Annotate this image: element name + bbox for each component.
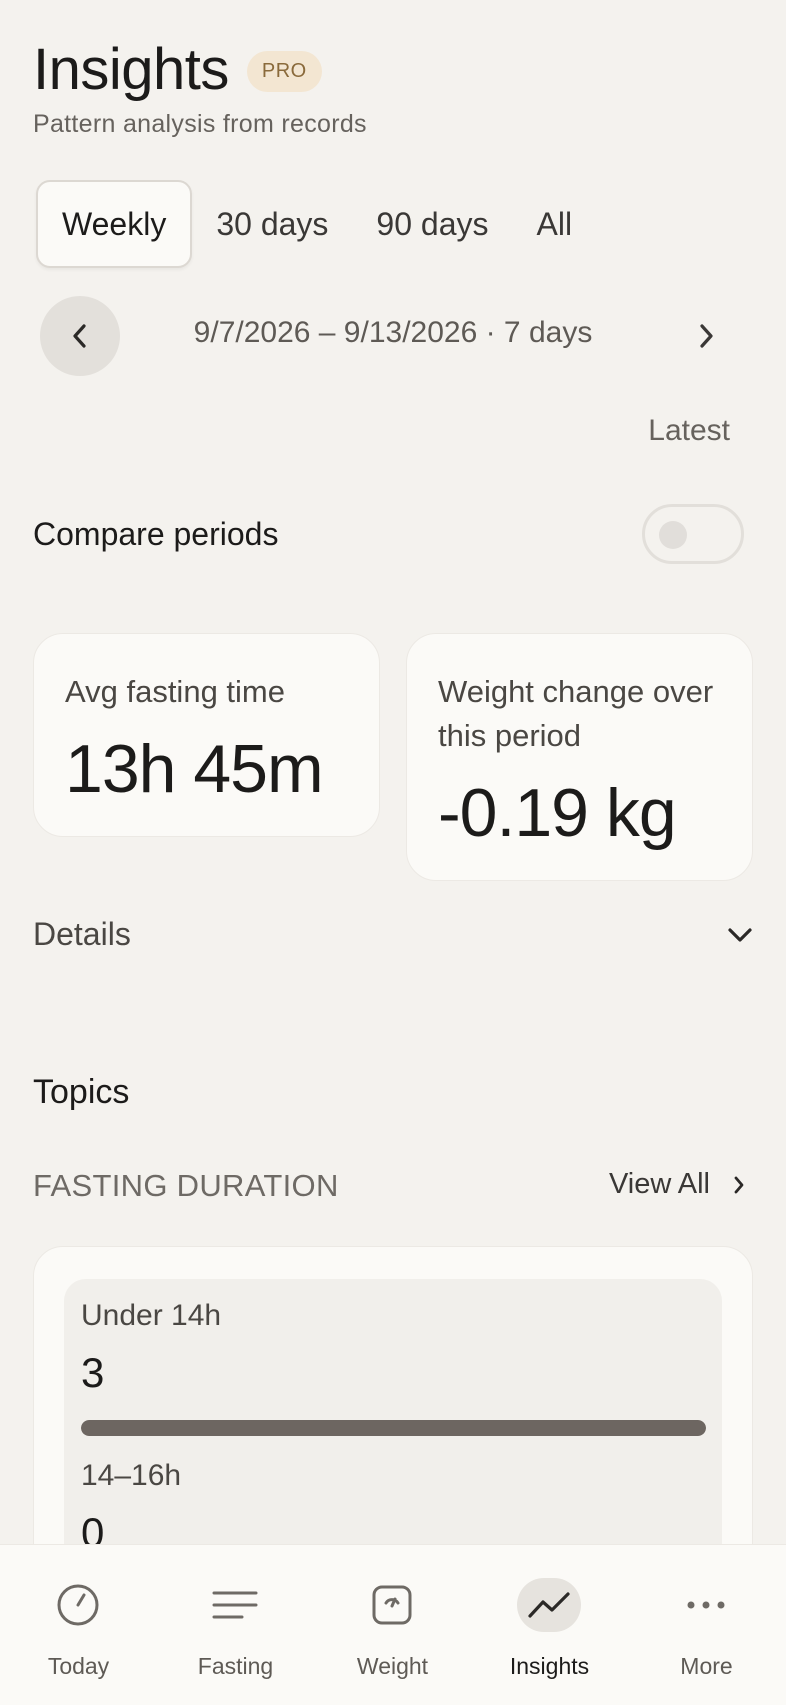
nav-label: Fasting bbox=[197, 1653, 274, 1679]
page-subtitle: Pattern analysis from records bbox=[33, 110, 367, 138]
topics-heading: Topics bbox=[33, 1073, 130, 1111]
fasting-duration-label: FASTING DURATION bbox=[33, 1168, 339, 1203]
nav-label: Weight bbox=[356, 1653, 429, 1679]
weight-change-card: Weight change over this period -0.19 kg bbox=[406, 633, 753, 881]
fasting-duration-card[interactable]: Under 14h 3 14–16h 0 bbox=[33, 1246, 753, 1544]
chevron-right-icon bbox=[734, 1176, 744, 1193]
details-toggle[interactable]: Details bbox=[33, 916, 753, 964]
more-dots-icon bbox=[674, 1578, 738, 1632]
chevron-right-icon bbox=[700, 324, 713, 348]
scale-icon bbox=[360, 1578, 424, 1632]
toggle-knob bbox=[659, 521, 687, 549]
tab-all[interactable]: All bbox=[512, 180, 596, 268]
nav-label: Insights bbox=[509, 1653, 590, 1679]
bucket-value: 0 bbox=[81, 1509, 105, 1544]
duration-buckets-panel: Under 14h 3 14–16h 0 bbox=[64, 1279, 722, 1544]
insights-page: Insights PRO Pattern analysis from recor… bbox=[0, 0, 786, 1544]
nav-item-more[interactable]: More bbox=[628, 1545, 785, 1705]
nav-item-today[interactable]: Today bbox=[0, 1545, 157, 1705]
weight-change-label: Weight change over this period bbox=[438, 674, 714, 753]
compare-periods-label: Compare periods bbox=[33, 516, 279, 552]
view-all-button[interactable]: View All bbox=[609, 1168, 746, 1201]
weight-change-value: -0.19 kg bbox=[438, 775, 677, 851]
details-label: Details bbox=[33, 916, 131, 952]
chevron-down-icon bbox=[728, 928, 752, 942]
bottom-navigation: Today Fasting Weight Insights More bbox=[0, 1544, 786, 1705]
tab-90-days[interactable]: 90 days bbox=[352, 180, 512, 268]
lines-icon bbox=[203, 1578, 267, 1632]
bucket-label: Under 14h bbox=[81, 1299, 222, 1332]
avg-fasting-value: 13h 45m bbox=[65, 731, 324, 807]
compare-periods-toggle[interactable] bbox=[642, 504, 744, 564]
avg-fasting-card: Avg fasting time 13h 45m bbox=[33, 633, 380, 837]
nav-label: More bbox=[680, 1653, 733, 1679]
nav-item-insights[interactable]: Insights bbox=[471, 1545, 628, 1705]
tab-weekly[interactable]: Weekly bbox=[36, 180, 193, 268]
page-title: Insights bbox=[33, 37, 229, 102]
clock-icon bbox=[46, 1578, 110, 1632]
tab-30-days[interactable]: 30 days bbox=[192, 180, 352, 268]
bucket-label: 14–16h bbox=[81, 1459, 182, 1492]
nav-label: Today bbox=[47, 1653, 110, 1679]
nav-item-weight[interactable]: Weight bbox=[314, 1545, 471, 1705]
nav-item-fasting[interactable]: Fasting bbox=[157, 1545, 314, 1705]
latest-button[interactable]: Latest bbox=[648, 414, 730, 448]
trend-icon bbox=[517, 1578, 581, 1632]
date-range: 9/7/2026 – 9/13/2026 · 7 days bbox=[193, 316, 593, 349]
bucket-value: 3 bbox=[81, 1349, 105, 1396]
next-period-button[interactable] bbox=[666, 296, 746, 376]
pro-badge: PRO bbox=[246, 51, 322, 92]
period-tabs: Weekly 30 days 90 days All bbox=[36, 180, 596, 268]
previous-period-button[interactable] bbox=[40, 296, 120, 376]
avg-fasting-label: Avg fasting time bbox=[65, 674, 285, 709]
bucket-bar-fill bbox=[81, 1420, 706, 1436]
title-row: Insights PRO bbox=[33, 36, 322, 103]
view-all-label: View All bbox=[608, 1168, 710, 1200]
bucket-bar bbox=[81, 1420, 706, 1436]
chevron-left-icon bbox=[73, 324, 86, 348]
